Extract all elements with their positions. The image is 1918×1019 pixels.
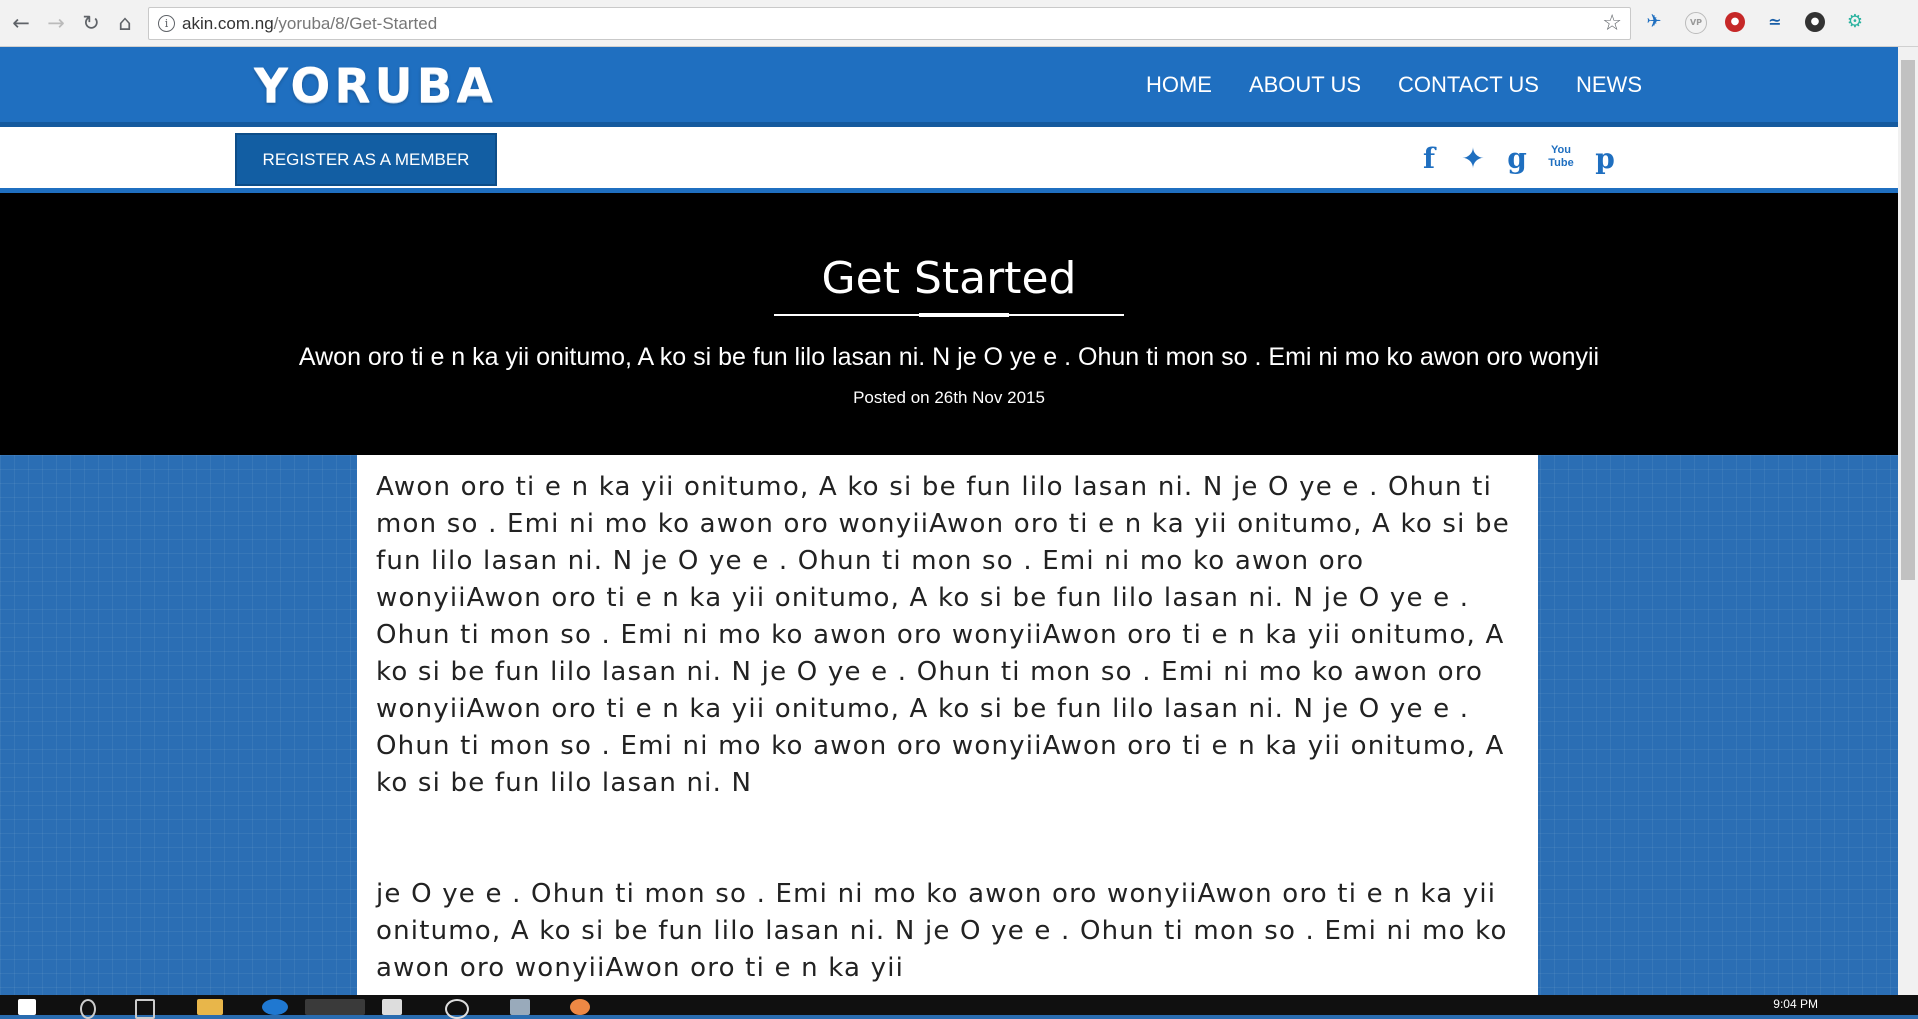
- info-icon[interactable]: i: [158, 15, 175, 32]
- url-text: akin.com.ng/yoruba/8/Get-Started: [182, 14, 438, 33]
- page-title: Get Started: [821, 253, 1077, 304]
- search-icon[interactable]: [80, 999, 96, 1019]
- file-explorer-icon[interactable]: [197, 999, 223, 1015]
- article-paragraph: je O ye e . Ohun ti mon so . Emi ni mo k…: [376, 879, 1508, 983]
- extension-on-icon[interactable]: ●: [1805, 12, 1825, 32]
- nav-about-us[interactable]: ABOUT US: [1249, 72, 1361, 98]
- bookmark-star-icon[interactable]: ☆: [1602, 11, 1622, 36]
- home-icon[interactable]: ⌂: [112, 10, 138, 36]
- extension-gear-icon[interactable]: ⚙: [1845, 12, 1865, 32]
- youtube-icon[interactable]: You Tube: [1546, 144, 1576, 174]
- windows-start-icon[interactable]: [18, 999, 36, 1015]
- document-icon[interactable]: [382, 999, 402, 1015]
- pinterest-icon[interactable]: p: [1590, 144, 1620, 174]
- address-bar[interactable]: i akin.com.ng/yoruba/8/Get-Started ☆: [148, 7, 1631, 40]
- app-icon[interactable]: [570, 999, 590, 1015]
- hero-banner: Get Started Awon oro ti e n ka yii onitu…: [0, 193, 1898, 455]
- browser-toolbar: ← → ↻ ⌂ i akin.com.ng/yoruba/8/Get-Start…: [0, 0, 1918, 47]
- edge-icon[interactable]: [262, 999, 288, 1015]
- site-header: YORUBA HOME ABOUT US CONTACT US NEWS: [0, 47, 1898, 127]
- google-plus-icon[interactable]: g: [1502, 144, 1532, 174]
- nav-contact-us[interactable]: CONTACT US: [1398, 72, 1539, 98]
- social-links: f ✦ g You Tube p: [1400, 144, 1620, 174]
- clock-app-icon[interactable]: [445, 999, 469, 1019]
- article-content: Awon oro ti e n ka yii onitumo, A ko si …: [357, 455, 1538, 995]
- facebook-icon[interactable]: f: [1414, 144, 1444, 174]
- page-subtitle: Awon oro ti e n ka yii onitumo, A ko si …: [298, 343, 1600, 371]
- nav-home[interactable]: HOME: [1146, 72, 1212, 98]
- title-divider-accent: [919, 313, 1009, 317]
- twitter-icon[interactable]: ✦: [1458, 144, 1488, 174]
- extension-vp-icon[interactable]: VP: [1685, 12, 1707, 34]
- main-nav: HOME ABOUT US CONTACT US NEWS: [1109, 72, 1642, 98]
- forward-icon[interactable]: →: [43, 10, 69, 36]
- article-paragraph: Awon oro ti e n ka yii onitumo, A ko si …: [376, 472, 1510, 798]
- scrollbar-thumb[interactable]: [1901, 60, 1915, 580]
- clock-time[interactable]: 9:04 PM: [1773, 997, 1818, 1011]
- register-button[interactable]: REGISTER AS A MEMBER: [235, 133, 497, 186]
- nav-news[interactable]: NEWS: [1576, 72, 1642, 98]
- extension-plane-icon[interactable]: ✈: [1644, 12, 1664, 32]
- extension-steem-icon[interactable]: ≃: [1765, 12, 1785, 32]
- reload-icon[interactable]: ↻: [78, 10, 104, 36]
- chrome-taskbar-icon[interactable]: [305, 999, 365, 1015]
- post-date: Posted on 26th Nov 2015: [853, 388, 1045, 407]
- sub-bar: REGISTER AS A MEMBER f ✦ g You Tube p: [0, 127, 1898, 193]
- back-icon[interactable]: ←: [8, 10, 34, 36]
- task-view-icon[interactable]: [135, 999, 155, 1019]
- extension-red-icon[interactable]: ●: [1725, 12, 1745, 32]
- site-logo[interactable]: YORUBA: [254, 59, 497, 114]
- os-taskbar: 9:04 PM: [0, 995, 1918, 1019]
- notepad-icon[interactable]: [510, 999, 530, 1015]
